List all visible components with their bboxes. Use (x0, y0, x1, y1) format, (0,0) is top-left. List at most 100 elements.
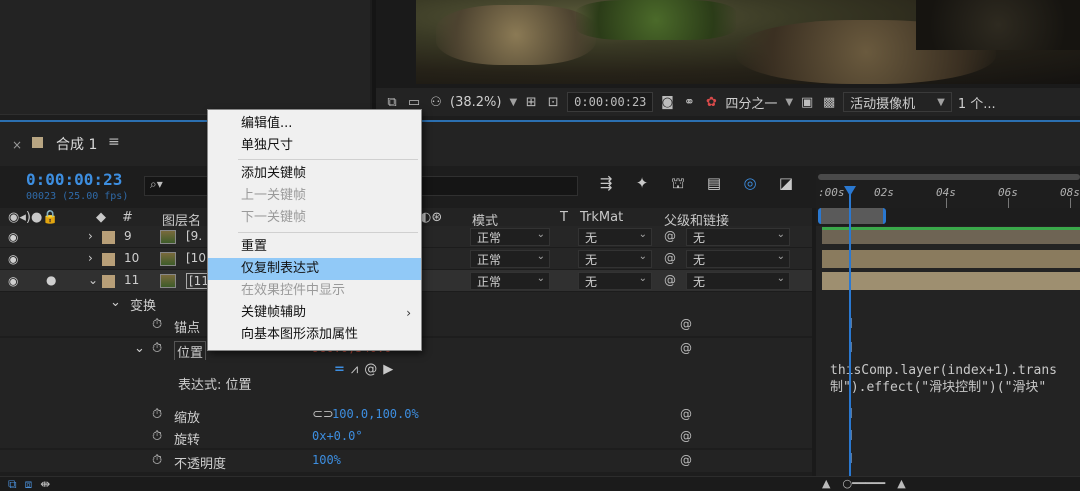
pickwhip-icon[interactable]: @ (680, 317, 692, 331)
enable-expression-icon[interactable]: = (334, 362, 345, 377)
pickwhip-icon[interactable]: @ (680, 407, 692, 421)
composition-mini-flowchart-icon[interactable]: ⇶ (596, 174, 616, 194)
mode-dropdown[interactable]: 正常 ⌄ (470, 228, 550, 246)
rotation-value[interactable]: 0x+0.0° (312, 429, 363, 443)
motion-blur-icon[interactable]: ◎ (740, 174, 760, 194)
show-snapshot-icon[interactable]: ⚭ (681, 94, 697, 110)
grid-icon[interactable]: ⊞ (523, 94, 539, 110)
visibility-eye-icon[interactable]: ◉ (8, 252, 18, 266)
parent-pickwhip-icon[interactable]: @ (664, 251, 676, 265)
graph-editor-icon[interactable]: ◪ (776, 174, 796, 194)
column-trkmat[interactable]: TrkMat (580, 210, 623, 225)
property-row-scale[interactable]: ⏱ 缩放 ⊂⊃ 100.0,100.0% @ (0, 404, 812, 426)
camera-dropdown[interactable]: 活动摄像机 ▼ (843, 92, 952, 112)
expression-pickwhip-icon[interactable]: @ (364, 362, 377, 377)
expand-chevron-icon[interactable]: › (88, 229, 93, 243)
zoom-dropdown[interactable]: (38.2%) ▼ (450, 95, 517, 110)
menu-item-keyframe-assistant[interactable]: 关键帧辅助 › (208, 302, 421, 324)
collapse-chevron-icon[interactable]: ⌄ (110, 295, 121, 310)
stopwatch-icon[interactable]: ⏱ (152, 407, 162, 422)
comp-tab-title[interactable]: 合成 1 (56, 134, 97, 154)
property-row-rotation[interactable]: ⏱ 旋转 0x+0.0° @ (0, 426, 812, 448)
region-icon[interactable]: ⊡ (545, 94, 561, 110)
mode-dropdown[interactable]: 正常 ⌄ (470, 272, 550, 290)
video-frame[interactable] (416, 0, 1080, 84)
menu-item-add-keyframe[interactable]: 添加关键帧 (208, 163, 421, 185)
menu-item-reset[interactable]: 重置 (208, 236, 421, 258)
transparency-grid-icon[interactable]: ▩ (821, 94, 837, 110)
hide-shy-layers-icon[interactable]: ⛫ (668, 174, 688, 194)
playhead[interactable] (849, 188, 851, 476)
property-row-opacity[interactable]: ⏱ 不透明度 100% @ (0, 450, 812, 472)
visibility-eye-icon[interactable]: ◉ (8, 230, 18, 244)
label-swatch[interactable] (102, 231, 115, 244)
mode-dropdown[interactable]: 正常 ⌄ (470, 250, 550, 268)
monitor-icon[interactable]: ▭ (406, 94, 422, 110)
in-out-toggle-icon[interactable]: ⇼ (40, 477, 50, 491)
stopwatch-icon[interactable]: ⏱ (152, 429, 162, 444)
label-swatch[interactable] (102, 275, 115, 288)
menu-item-separate-dimensions[interactable]: 单独尺寸 (208, 135, 421, 157)
label-column-icon[interactable]: ◆ (96, 210, 106, 225)
constrain-proportions-icon[interactable]: ⊂⊃ (312, 407, 334, 422)
stopwatch-icon[interactable]: ⏱ (152, 453, 162, 468)
close-tab-button[interactable]: × (12, 138, 22, 152)
menu-item-edit-value[interactable]: 编辑值... (208, 113, 421, 135)
parent-dropdown[interactable]: 无 ⌄ (686, 250, 790, 268)
parent-pickwhip-icon[interactable]: @ (664, 273, 676, 287)
menu-item-copy-expression-only[interactable]: 仅复制表达式 (208, 258, 421, 280)
collapse-chevron-icon[interactable]: ⌄ (134, 341, 145, 356)
always-preview-icon[interactable]: ⧉ (384, 94, 400, 110)
transform-label[interactable]: 变换 (130, 295, 156, 314)
solo-icon[interactable]: ● (46, 273, 56, 287)
stopwatch-icon[interactable]: ⏱ (152, 317, 162, 332)
frame-blending-icon[interactable]: ▤ (704, 174, 724, 194)
parent-pickwhip-icon[interactable]: @ (664, 229, 676, 243)
column-num[interactable]: # (122, 210, 133, 225)
expression-label: 表达式: 位置 (178, 378, 252, 393)
pickwhip-icon[interactable]: @ (680, 429, 692, 443)
time-navigator[interactable] (818, 174, 1080, 180)
viewer-timecode[interactable]: 0:00:00:23 (567, 92, 654, 112)
expression-language-menu-icon[interactable]: ▶ (383, 362, 393, 377)
mask-icon[interactable]: ⚇ (428, 94, 444, 110)
column-t[interactable]: T (560, 210, 568, 225)
visibility-eye-icon[interactable]: ◉ (8, 274, 18, 288)
menu-item-add-property-to-essential-graphics[interactable]: 向基本图形添加属性 (208, 324, 421, 346)
parent-dropdown[interactable]: 无 ⌄ (686, 228, 790, 246)
search-icon[interactable]: ⌕▾ (150, 177, 163, 192)
expression-graph-icon[interactable]: ⩘ (351, 362, 358, 377)
resolution-dropdown[interactable]: 四分之一 ▼ (725, 93, 793, 112)
camera-snapshot-icon[interactable]: ◙ (659, 94, 675, 110)
collapse-chevron-icon[interactable]: ⌄ (88, 273, 98, 287)
views-dropdown[interactable]: 1 个... (958, 93, 996, 112)
layer-switches-toggle-icon[interactable]: ⧉ (8, 477, 17, 491)
layer-duration-bar[interactable] (822, 230, 1080, 244)
parent-dropdown[interactable]: 无 ⌄ (686, 272, 790, 290)
draft-3d-icon[interactable]: ✦ (632, 174, 652, 194)
zoom-slider[interactable]: ○━━━━━ (842, 477, 885, 490)
transfer-controls-toggle-icon[interactable]: ⧈ (25, 477, 33, 491)
stopwatch-icon[interactable]: ⏱ (152, 341, 162, 356)
layer-name[interactable]: [9. (186, 229, 202, 243)
trkmat-dropdown[interactable]: 无 ⌄ (578, 228, 652, 246)
scale-value[interactable]: 100.0,100.0% (332, 407, 419, 421)
pickwhip-icon[interactable]: @ (680, 453, 692, 467)
zoom-out-icon[interactable]: ▲ (822, 477, 830, 490)
pickwhip-icon[interactable]: @ (680, 341, 692, 355)
panel-menu-icon[interactable]: ≡ (108, 134, 120, 150)
zoom-in-icon[interactable]: ▲ (897, 477, 905, 490)
channels-icon[interactable]: ✿ (703, 94, 719, 110)
expression-editor[interactable]: thisComp.layer(index+1).trans 制").effect(… (830, 362, 1080, 396)
trkmat-dropdown[interactable]: 无 ⌄ (578, 272, 652, 290)
region-of-interest-icon[interactable]: ▣ (799, 94, 815, 110)
current-time-display[interactable]: 0:00:00:23 (26, 170, 122, 189)
expand-chevron-icon[interactable]: › (88, 251, 93, 265)
opacity-value[interactable]: 100% (312, 453, 341, 467)
work-area-bar[interactable] (818, 208, 886, 224)
playhead-handle[interactable] (844, 186, 856, 196)
layer-duration-bar[interactable] (822, 272, 1080, 290)
label-swatch[interactable] (102, 253, 115, 266)
trkmat-dropdown[interactable]: 无 ⌄ (578, 250, 652, 268)
layer-duration-bar[interactable] (822, 250, 1080, 268)
